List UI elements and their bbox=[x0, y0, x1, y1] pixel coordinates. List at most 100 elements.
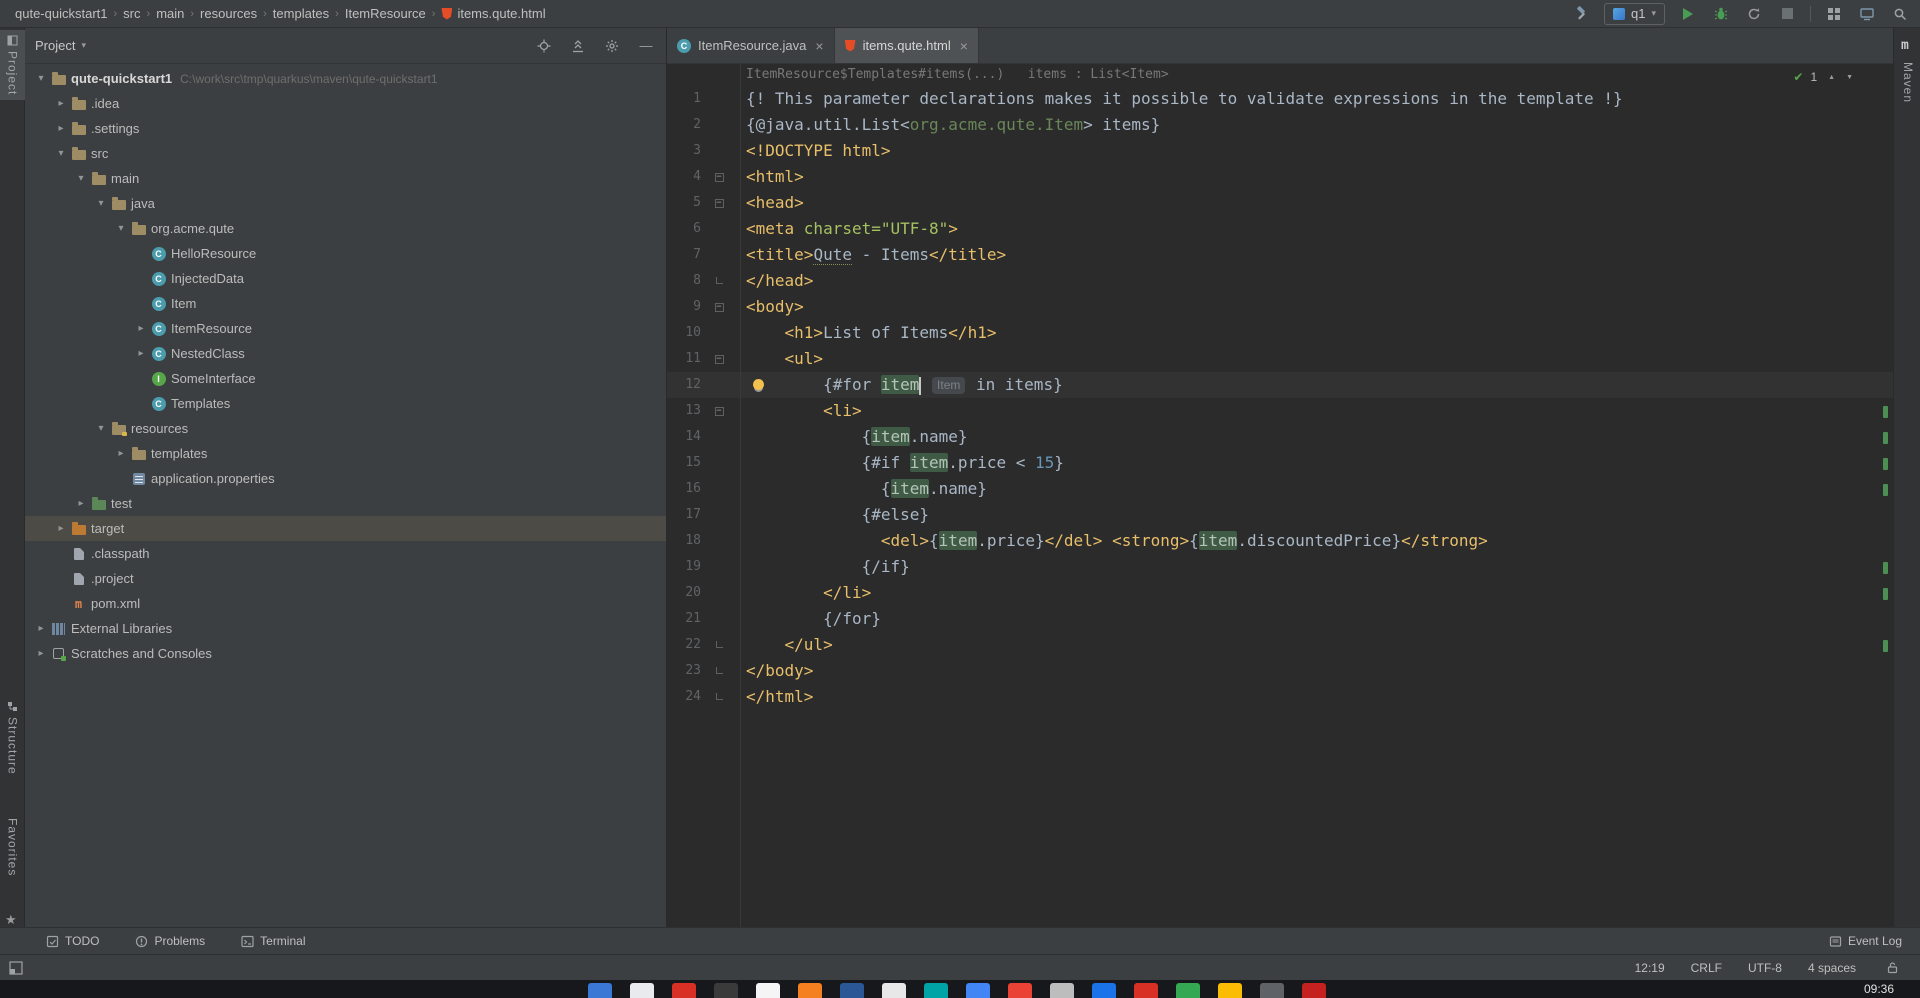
taskbar-app-icon-10[interactable] bbox=[966, 983, 990, 998]
tree-item-project[interactable]: .project bbox=[25, 566, 666, 591]
chevron-down-icon[interactable]: ▾ bbox=[53, 148, 69, 159]
tree-item-org-acme-qute[interactable]: ▾org.acme.qute bbox=[25, 216, 666, 241]
code-line[interactable]: 12 {#for item Item in items} bbox=[667, 372, 1893, 398]
monitor-icon[interactable] bbox=[1857, 4, 1877, 24]
breadcrumb-item-items-qute-html[interactable]: items.qute.html bbox=[436, 6, 550, 21]
fold-collapse-icon[interactable]: − bbox=[715, 355, 724, 364]
code-line[interactable]: 6<meta charset="UTF-8"> bbox=[667, 216, 1893, 242]
code-line[interactable]: 2{@java.util.List<org.acme.qute.Item> it… bbox=[667, 112, 1893, 138]
hide-panel-icon[interactable]: — bbox=[636, 36, 656, 56]
collapse-all-icon[interactable] bbox=[568, 36, 588, 56]
breadcrumb-item-resources[interactable]: resources bbox=[195, 6, 262, 21]
code-line[interactable]: 15 {#if item.price < 15} bbox=[667, 450, 1893, 476]
chevron-down-icon[interactable]: ▾ bbox=[33, 73, 49, 84]
chevron-right-icon[interactable]: ▸ bbox=[133, 323, 149, 334]
caret-position[interactable]: 12:19 bbox=[1635, 961, 1665, 975]
taskbar-app-icon-12[interactable] bbox=[1050, 983, 1074, 998]
code-line[interactable]: 7<title>Qute - Items</title> bbox=[667, 242, 1893, 268]
toolwindow-toggle-icon[interactable] bbox=[6, 958, 26, 978]
tree-item-injecteddata[interactable]: CInjectedData bbox=[25, 266, 666, 291]
favorites-star-icon[interactable]: ★ bbox=[5, 912, 17, 928]
fold-end-icon[interactable] bbox=[716, 277, 723, 284]
code-line[interactable]: 14 {item.name} bbox=[667, 424, 1893, 450]
fold-end-icon[interactable] bbox=[716, 693, 723, 700]
tree-item-main[interactable]: ▾main bbox=[25, 166, 666, 191]
prev-highlight-icon[interactable]: ▲ bbox=[1828, 74, 1835, 81]
chevron-down-icon[interactable]: ▾ bbox=[93, 198, 109, 209]
next-highlight-icon[interactable]: ▼ bbox=[1846, 74, 1853, 81]
chevron-down-icon[interactable]: ▾ bbox=[73, 173, 89, 184]
code-line[interactable]: 19 {/if} bbox=[667, 554, 1893, 580]
chevron-right-icon[interactable]: ▸ bbox=[113, 448, 129, 459]
code-line[interactable]: 13− <li> bbox=[667, 398, 1893, 424]
fold-collapse-icon[interactable]: − bbox=[715, 173, 724, 182]
tree-item-pom-xml[interactable]: mpom.xml bbox=[25, 591, 666, 616]
tree-item-templates[interactable]: ▸templates bbox=[25, 441, 666, 466]
tree-item-src[interactable]: ▾src bbox=[25, 141, 666, 166]
code-line[interactable]: 16 {item.name} bbox=[667, 476, 1893, 502]
event-log-button[interactable]: Event Log bbox=[1829, 934, 1902, 948]
code-line[interactable]: 22 </ul> bbox=[667, 632, 1893, 658]
stop-button[interactable] bbox=[1777, 4, 1797, 24]
project-stripe-button[interactable]: Project bbox=[0, 30, 25, 100]
taskbar-app-icon-13[interactable] bbox=[1092, 983, 1116, 998]
tree-item-helloresource[interactable]: CHelloResource bbox=[25, 241, 666, 266]
chevron-right-icon[interactable]: ▸ bbox=[53, 523, 69, 534]
tree-item-resources[interactable]: ▾resources bbox=[25, 416, 666, 441]
code-line[interactable]: 21 {/for} bbox=[667, 606, 1893, 632]
fold-collapse-icon[interactable]: − bbox=[715, 303, 724, 312]
run-config-selector[interactable]: q1 ▾ bbox=[1604, 3, 1665, 25]
tree-item-nestedclass[interactable]: ▸CNestedClass bbox=[25, 341, 666, 366]
taskbar-app-icon-16[interactable] bbox=[1218, 983, 1242, 998]
close-icon[interactable]: × bbox=[960, 38, 968, 54]
breadcrumb-item-templates[interactable]: templates bbox=[268, 6, 334, 21]
vcs-change-mark[interactable] bbox=[1883, 458, 1888, 470]
taskbar-app-icon-7[interactable] bbox=[840, 983, 864, 998]
code-line[interactable]: 18 <del>{item.price}</del> <strong>{item… bbox=[667, 528, 1893, 554]
chevron-right-icon[interactable]: ▸ bbox=[133, 348, 149, 359]
taskbar-app-icon-8[interactable] bbox=[882, 983, 906, 998]
tab-itemresource-java[interactable]: CItemResource.java× bbox=[667, 28, 835, 63]
chevron-down-icon[interactable]: ▾ bbox=[93, 423, 109, 434]
taskbar-app-icon-18[interactable] bbox=[1302, 983, 1326, 998]
code-line[interactable]: 20 </li> bbox=[667, 580, 1893, 606]
taskbar-app-icon-6[interactable] bbox=[798, 983, 822, 998]
code-line[interactable]: 3<!DOCTYPE html> bbox=[667, 138, 1893, 164]
tree-item-someinterface[interactable]: ISomeInterface bbox=[25, 366, 666, 391]
editor[interactable]: ItemResource$Templates#items(...) items … bbox=[667, 64, 1893, 927]
breadcrumb-item-itemresource[interactable]: ItemResource bbox=[340, 6, 431, 21]
vcs-change-mark[interactable] bbox=[1883, 588, 1888, 600]
problems-button[interactable]: Problems bbox=[135, 934, 205, 948]
indent-style[interactable]: 4 spaces bbox=[1808, 961, 1856, 975]
fold-collapse-icon[interactable]: − bbox=[715, 407, 724, 416]
taskbar-app-icon-1[interactable] bbox=[588, 983, 612, 998]
project-view-chevron-icon[interactable]: ▾ bbox=[81, 40, 86, 51]
taskbar-app-icon-15[interactable] bbox=[1176, 983, 1200, 998]
chevron-right-icon[interactable]: ▸ bbox=[53, 98, 69, 109]
vcs-change-mark[interactable] bbox=[1883, 562, 1888, 574]
tree-item-application-properties[interactable]: application.properties bbox=[25, 466, 666, 491]
fold-end-icon[interactable] bbox=[716, 667, 723, 674]
project-structure-icon[interactable] bbox=[1824, 4, 1844, 24]
file-encoding[interactable]: UTF-8 bbox=[1748, 961, 1782, 975]
fold-end-icon[interactable] bbox=[716, 641, 723, 648]
code-line[interactable]: 11− <ul> bbox=[667, 346, 1893, 372]
chevron-right-icon[interactable]: ▸ bbox=[33, 623, 49, 634]
build-hammer-icon[interactable] bbox=[1571, 4, 1591, 24]
breadcrumb-item-main[interactable]: main bbox=[151, 6, 189, 21]
vcs-change-mark[interactable] bbox=[1883, 640, 1888, 652]
close-icon[interactable]: × bbox=[815, 38, 823, 54]
settings-gear-icon[interactable] bbox=[602, 36, 622, 56]
tree-item-test[interactable]: ▸test bbox=[25, 491, 666, 516]
taskbar-app-icon-17[interactable] bbox=[1260, 983, 1284, 998]
code-line[interactable]: 17 {#else} bbox=[667, 502, 1893, 528]
code-line[interactable]: 4−<html> bbox=[667, 164, 1893, 190]
tab-items-qute-html[interactable]: items.qute.html× bbox=[835, 28, 979, 63]
code-line[interactable]: 5−<head> bbox=[667, 190, 1893, 216]
vcs-change-mark[interactable] bbox=[1883, 432, 1888, 444]
todo-button[interactable]: TODO bbox=[46, 934, 99, 948]
rerun-icon[interactable] bbox=[1744, 4, 1764, 24]
code-line[interactable]: 9−<body> bbox=[667, 294, 1893, 320]
debug-button[interactable] bbox=[1711, 4, 1731, 24]
taskbar-app-icon-11[interactable] bbox=[1008, 983, 1032, 998]
